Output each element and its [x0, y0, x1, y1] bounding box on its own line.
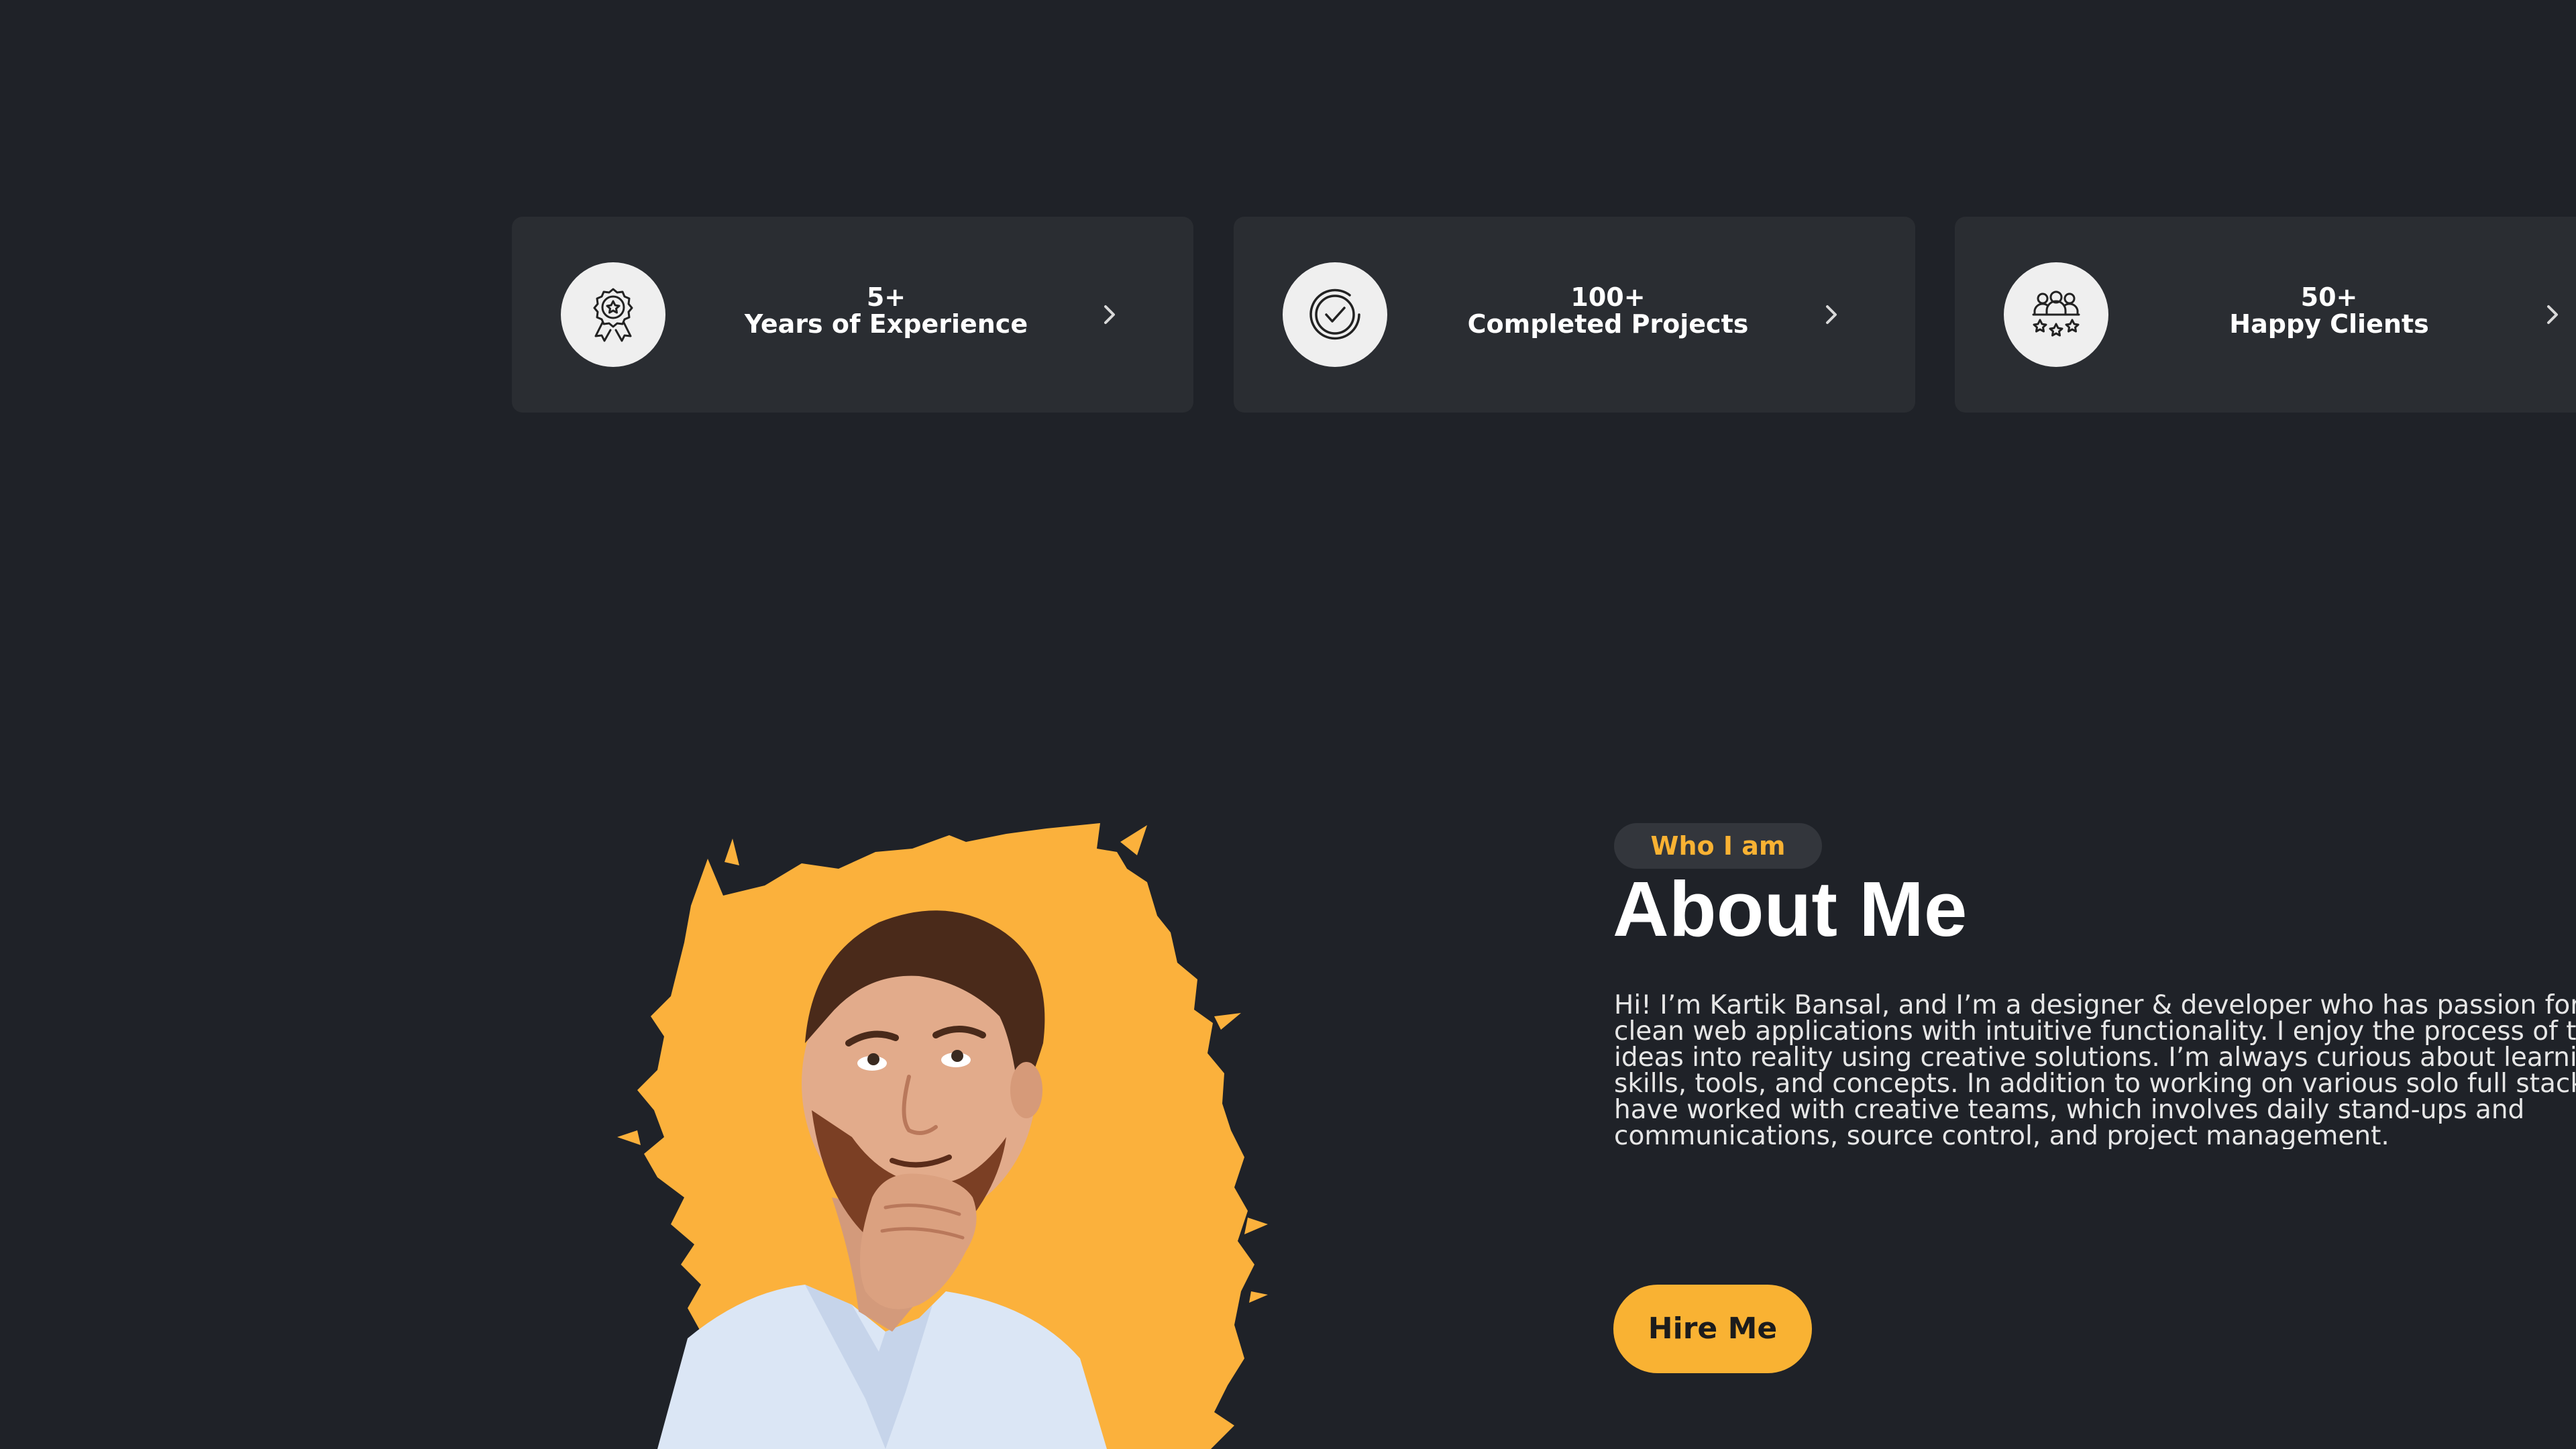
- hire-me-button[interactable]: Hire Me: [1613, 1285, 1812, 1373]
- about-line: skills, tools, and concepts. In addition…: [1614, 1069, 2576, 1099]
- stat-value: 50+: [2300, 282, 2358, 312]
- stat-label: Years of Experience: [744, 309, 1028, 339]
- section-tag: Who I am: [1614, 823, 1822, 869]
- stat-value: 100+: [1570, 282, 1646, 312]
- profile-photo: [570, 822, 1469, 1449]
- about-line: communications, source control, and proj…: [1614, 1121, 2390, 1149]
- stat-card-projects[interactable]: 100+ Completed Projects: [1234, 217, 1915, 413]
- stat-text: 50+ Happy Clients: [2129, 284, 2529, 337]
- stat-card-experience[interactable]: 5+ Years of Experience: [512, 217, 1193, 413]
- clients-stars-icon: [2004, 262, 2108, 367]
- about-line: ideas into reality using creative soluti…: [1614, 1042, 2576, 1073]
- chevron-right-icon[interactable]: [1818, 301, 1845, 328]
- about-line: clean web applications with intuitive fu…: [1614, 1016, 2576, 1046]
- page: 5+ Years of Experience 100+ Completed Pr…: [0, 0, 2576, 1449]
- about-paragraph: Hi! I’m Kartik Bansal, and I’m a designe…: [1614, 992, 2576, 1149]
- about-line: have worked with creative teams, which i…: [1614, 1095, 2525, 1125]
- stat-label: Happy Clients: [2229, 309, 2429, 339]
- stat-value: 5+: [866, 282, 906, 312]
- stat-text: 5+ Years of Experience: [686, 284, 1086, 337]
- stat-label: Completed Projects: [1467, 309, 1749, 339]
- stat-text: 100+ Completed Projects: [1408, 284, 1808, 337]
- check-circle-icon: [1283, 262, 1387, 367]
- stat-card-clients[interactable]: 50+ Happy Clients: [1955, 217, 2576, 413]
- about-line: Hi! I’m Kartik Bansal, and I’m a designe…: [1614, 992, 2576, 1020]
- award-badge-icon: [561, 262, 665, 367]
- section-title: About Me: [1613, 865, 1968, 953]
- portrait-illustration: [617, 823, 1268, 1449]
- chevron-right-icon[interactable]: [1096, 301, 1123, 328]
- chevron-right-icon[interactable]: [2539, 301, 2566, 328]
